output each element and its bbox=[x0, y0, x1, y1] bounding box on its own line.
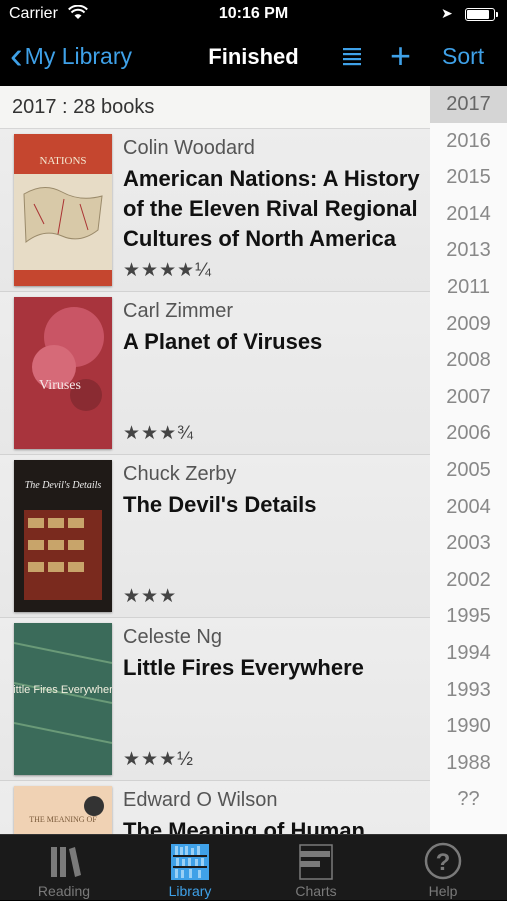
year-index-item[interactable]: 1988 bbox=[430, 745, 507, 782]
book-title: The Devil's Details bbox=[123, 492, 317, 517]
svg-text:?: ? bbox=[436, 849, 451, 876]
year-index-item[interactable]: 2013 bbox=[430, 232, 507, 269]
library-icon bbox=[170, 841, 210, 881]
back-button-label: My Library bbox=[24, 42, 133, 69]
section-header-label: 2017 : 28 books bbox=[12, 96, 155, 118]
section-header: 2017 : 28 books bbox=[0, 86, 430, 129]
svg-text:Little Fires Everywhere: Little Fires Everywhere bbox=[14, 684, 112, 696]
svg-text:The Devil's Details: The Devil's Details bbox=[25, 480, 102, 491]
reading-icon bbox=[44, 841, 84, 881]
year-index-item[interactable]: 1990 bbox=[430, 708, 507, 745]
book-list: NATIONS Colin Woodard American Nations: … bbox=[0, 129, 430, 834]
svg-text:Viruses: Viruses bbox=[39, 378, 81, 393]
year-index-item[interactable]: 2016 bbox=[430, 123, 507, 160]
tab-label: Charts bbox=[295, 883, 337, 899]
book-rating: ★★★★¼ bbox=[123, 260, 212, 281]
status-bar: Carrier 10:16 PM ➤ bbox=[0, 0, 507, 30]
sort-button[interactable]: Sort bbox=[442, 43, 484, 70]
book-row[interactable]: NATIONS Colin Woodard American Nations: … bbox=[0, 129, 430, 292]
book-cover: Viruses bbox=[14, 297, 112, 449]
year-index-item[interactable]: 2008 bbox=[430, 342, 507, 379]
navigation-bar: ‹ My Library Finished + Sort bbox=[0, 30, 507, 86]
year-index-item[interactable]: 1993 bbox=[430, 672, 507, 709]
tab-label: Library bbox=[168, 883, 212, 899]
year-index-item[interactable]: 2005 bbox=[430, 452, 507, 489]
location-arrow-icon: ➤ bbox=[441, 5, 453, 21]
year-index-item[interactable]: 2015 bbox=[430, 159, 507, 196]
year-index-item[interactable]: 2004 bbox=[430, 489, 507, 526]
year-index-item[interactable]: 2006 bbox=[430, 415, 507, 452]
year-index-item[interactable]: 1995 bbox=[430, 598, 507, 635]
finished-books-list[interactable]: 2017 : 28 books NATIONS Colin Woodard Am… bbox=[0, 86, 507, 834]
book-row[interactable]: Little Fires Everywhere Celeste Ng Littl… bbox=[0, 618, 430, 781]
book-author: Edward O Wilson bbox=[123, 789, 278, 811]
tab-bar: Reading Library Charts ? Help bbox=[0, 834, 507, 900]
book-cover: The Devil's Details bbox=[14, 460, 112, 612]
year-index-item[interactable]: 2007 bbox=[430, 379, 507, 416]
svg-text:NATIONS: NATIONS bbox=[39, 155, 86, 167]
book-rating: ★★★½ bbox=[123, 749, 194, 770]
book-row[interactable]: THE MEANING OF Edward O Wilson The Meani… bbox=[0, 781, 430, 834]
book-rating: ★★★¾ bbox=[123, 423, 194, 444]
book-author: Chuck Zerby bbox=[123, 463, 237, 485]
book-title: A Planet of Viruses bbox=[123, 329, 323, 354]
book-row[interactable]: The Devil's Details Chuck Zerby The Devi… bbox=[0, 455, 430, 618]
charts-icon bbox=[296, 841, 336, 881]
add-button[interactable]: + bbox=[390, 35, 411, 77]
book-cover: NATIONS bbox=[14, 134, 112, 286]
year-index-item[interactable]: 2009 bbox=[430, 306, 507, 343]
book-author: Celeste Ng bbox=[123, 626, 222, 648]
book-title: The Meaning of Human Existence bbox=[123, 818, 365, 834]
book-row[interactable]: Viruses Carl Zimmer A Planet of Viruses … bbox=[0, 292, 430, 455]
year-section-index[interactable]: 2017 2016 2015 2014 2013 2011 2009 2008 2007 2006… bbox=[430, 86, 507, 834]
book-author: Colin Woodard bbox=[123, 137, 255, 159]
back-button[interactable]: ‹ My Library bbox=[10, 35, 133, 77]
tab-charts[interactable]: Charts bbox=[266, 835, 366, 901]
book-rating: ★★★ bbox=[123, 586, 178, 607]
year-index-item[interactable]: ?? bbox=[430, 781, 507, 818]
tab-label: Help bbox=[428, 883, 458, 899]
year-index-item[interactable]: 2003 bbox=[430, 525, 507, 562]
book-title: American Nations: A History of the Eleve… bbox=[123, 166, 420, 251]
help-icon: ? bbox=[423, 841, 463, 881]
year-index-item[interactable]: 2002 bbox=[430, 562, 507, 599]
tab-library[interactable]: Library bbox=[140, 835, 240, 901]
year-index-item[interactable]: 2017 bbox=[430, 86, 507, 123]
chevron-left-icon: ‹ bbox=[10, 35, 23, 77]
tab-reading[interactable]: Reading bbox=[14, 835, 114, 901]
year-index-item[interactable]: 2014 bbox=[430, 196, 507, 233]
book-cover: Little Fires Everywhere bbox=[14, 623, 112, 775]
status-time: 10:16 PM bbox=[218, 5, 289, 22]
tab-help[interactable]: ? Help bbox=[393, 835, 493, 901]
svg-text:THE MEANING OF: THE MEANING OF bbox=[29, 815, 97, 824]
book-cover: THE MEANING OF bbox=[14, 786, 112, 834]
year-index-item[interactable]: 2011 bbox=[430, 269, 507, 306]
book-author: Carl Zimmer bbox=[123, 300, 233, 322]
tab-label: Reading bbox=[37, 883, 91, 899]
book-title: Little Fires Everywhere bbox=[123, 655, 364, 680]
year-index-item[interactable]: 1994 bbox=[430, 635, 507, 672]
battery-icon bbox=[465, 8, 498, 21]
list-view-icon[interactable] bbox=[343, 46, 361, 72]
